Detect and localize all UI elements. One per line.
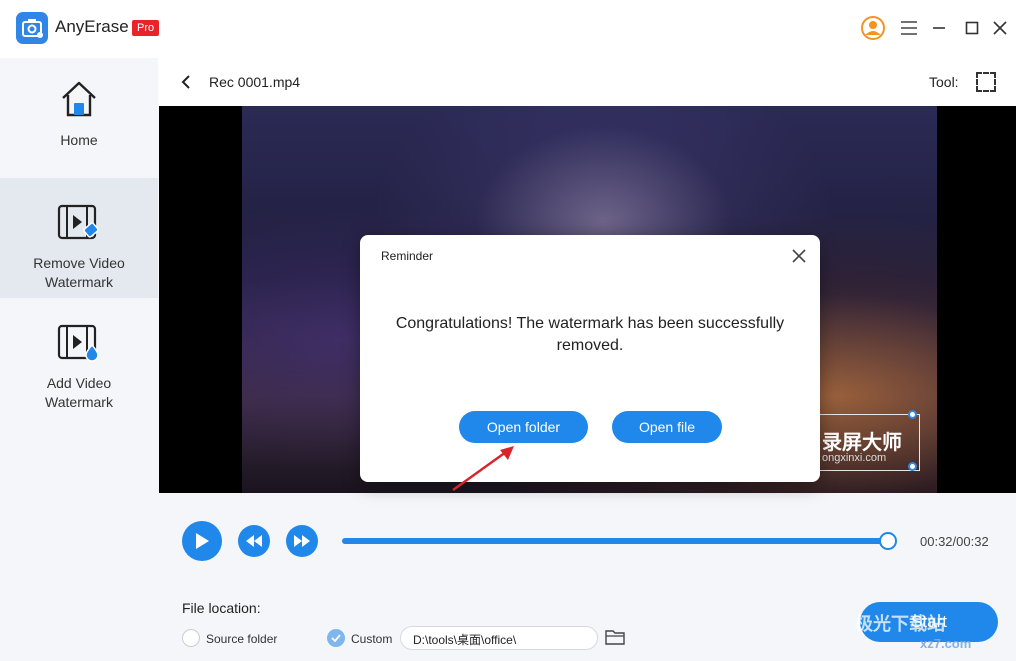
back-icon[interactable] [174,70,198,94]
selection-handle[interactable] [908,462,917,471]
remove-video-watermark-icon [57,203,101,248]
progress-bar[interactable] [342,532,897,550]
open-file-button[interactable]: Open file [612,411,722,443]
account-icon[interactable] [859,14,887,42]
sidebar-item-remove-video-watermark[interactable]: Remove Video Watermark [0,178,158,298]
dialog-close-icon[interactable] [790,247,808,265]
close-icon[interactable] [986,14,1014,42]
file-location-label: File location: [182,600,261,616]
dialog-message: Congratulations! The watermark has been … [395,315,785,354]
editor-header: Rec 0001.mp4 Tool: [158,58,1016,106]
sidebar-item-add-video-watermark[interactable]: Add Video Watermark [0,298,158,418]
progress-fill [342,538,888,544]
rewind-button[interactable] [238,525,270,557]
sidebar-item-home[interactable]: Home [0,58,158,178]
reminder-dialog: Reminder Congratulations! The watermark … [360,235,820,482]
annotation-arrow [452,446,514,491]
output-path-field[interactable]: D:\tools\桌面\office\ [400,626,598,650]
sidebar-item-label: Add Video Watermark [45,375,113,410]
sidebar: Home Remove Video Watermark Add Video Wa… [0,58,158,661]
selection-tool-icon[interactable] [976,72,996,92]
source-folder-label: Source folder [206,632,278,646]
tool-label: Tool: [929,74,959,90]
open-folder-button[interactable]: Open folder [459,411,588,443]
time-readout: 00:32/00:32 [920,534,989,549]
pro-badge: Pro [132,20,160,36]
file-title: Rec 0001.mp4 [209,74,301,90]
folder-icon[interactable] [605,628,625,646]
source-folder-radio[interactable] [182,629,200,647]
site-watermark-sub: xz7.com [920,636,972,651]
custom-label: Custom [351,632,393,646]
watermark-subtext: ongxinxi.com [822,452,887,464]
progress-knob[interactable] [879,532,897,550]
site-watermark: 极光下载站 [855,614,945,634]
watermark-text: 录屏大师 [822,430,902,454]
app-logo-icon [16,12,48,44]
menu-icon[interactable] [895,14,923,42]
minimize-icon[interactable] [925,14,953,42]
maximize-icon[interactable] [958,14,986,42]
title-bar: AnyErase Pro [0,0,1016,58]
custom-radio[interactable] [327,629,345,647]
app-name: AnyErase [55,17,129,36]
play-button[interactable] [182,521,222,561]
home-icon [58,78,100,125]
selection-handle[interactable] [908,410,917,419]
fast-forward-button[interactable] [286,525,318,557]
add-video-watermark-icon [57,323,101,368]
sidebar-item-label: Remove Video Watermark [33,255,125,290]
sidebar-item-label: Home [60,132,98,148]
dialog-title: Reminder [381,249,434,263]
